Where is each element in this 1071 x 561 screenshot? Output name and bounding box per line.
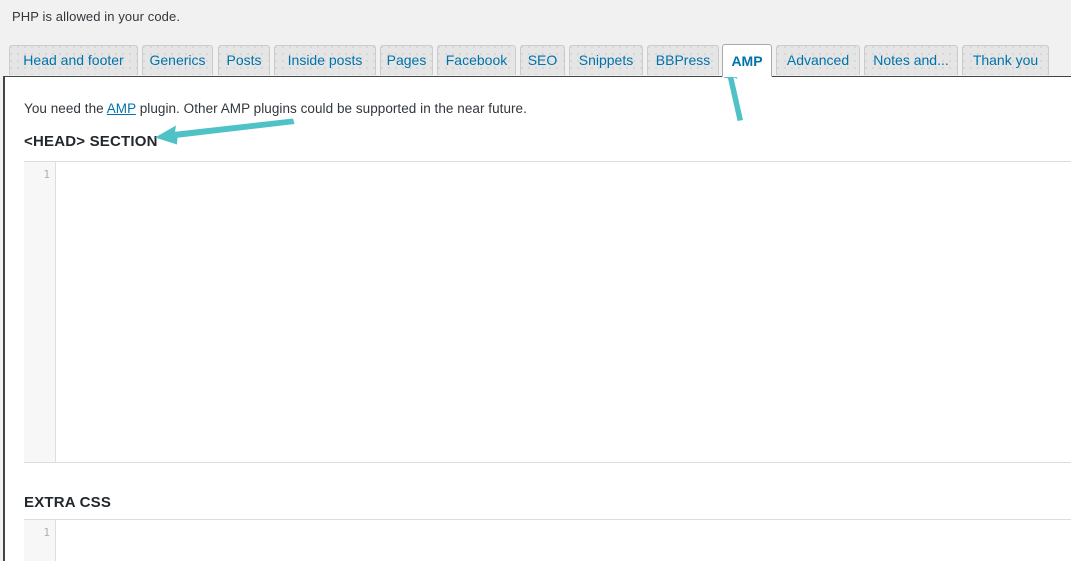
tab-posts[interactable]: Posts (218, 45, 270, 75)
tab-notes-and[interactable]: Notes and... (864, 45, 958, 75)
php-allowed-note: PHP is allowed in your code. (12, 9, 181, 24)
css-editor-code-area[interactable] (56, 520, 1071, 561)
settings-tab-bar: Head and footer Generics Posts Inside posts… (0, 44, 1071, 77)
css-editor-line-number: 1 (43, 526, 50, 539)
head-section-heading: <HEAD> SECTION (24, 133, 158, 150)
tab-facebook[interactable]: Facebook (437, 45, 516, 75)
tab-snippets[interactable]: Snippets (569, 45, 643, 75)
amp-plugin-link[interactable]: AMP (107, 101, 136, 116)
tab-bbpress[interactable]: BBPress (647, 45, 719, 75)
tab-thank-you[interactable]: Thank you (962, 45, 1049, 75)
amp-notice-prefix: You need the (24, 101, 107, 116)
head-editor-code-area[interactable] (56, 162, 1071, 462)
head-editor-line-number: 1 (43, 168, 50, 181)
tab-seo[interactable]: SEO (520, 45, 565, 75)
extra-css-code-editor[interactable]: 1 (24, 519, 1071, 561)
extra-css-heading: EXTRA CSS (24, 494, 112, 511)
amp-notice-suffix: plugin. Other AMP plugins could be suppo… (135, 101, 527, 116)
tab-amp[interactable]: AMP (722, 44, 772, 77)
head-section-code-editor[interactable]: 1 (24, 161, 1071, 463)
tab-pages[interactable]: Pages (380, 45, 433, 75)
tab-inside-posts[interactable]: Inside posts (274, 45, 376, 75)
settings-page: PHP is allowed in your code. Head and fo… (0, 0, 1071, 561)
head-editor-gutter: 1 (24, 162, 56, 462)
tab-generics[interactable]: Generics (142, 45, 213, 75)
tab-advanced[interactable]: Advanced (776, 45, 860, 75)
tab-panel-amp: You need the AMP plugin. Other AMP plugi… (3, 77, 1071, 561)
tab-head-and-footer[interactable]: Head and footer (9, 45, 138, 75)
amp-plugin-notice: You need the AMP plugin. Other AMP plugi… (24, 101, 527, 116)
css-editor-gutter: 1 (24, 520, 56, 561)
